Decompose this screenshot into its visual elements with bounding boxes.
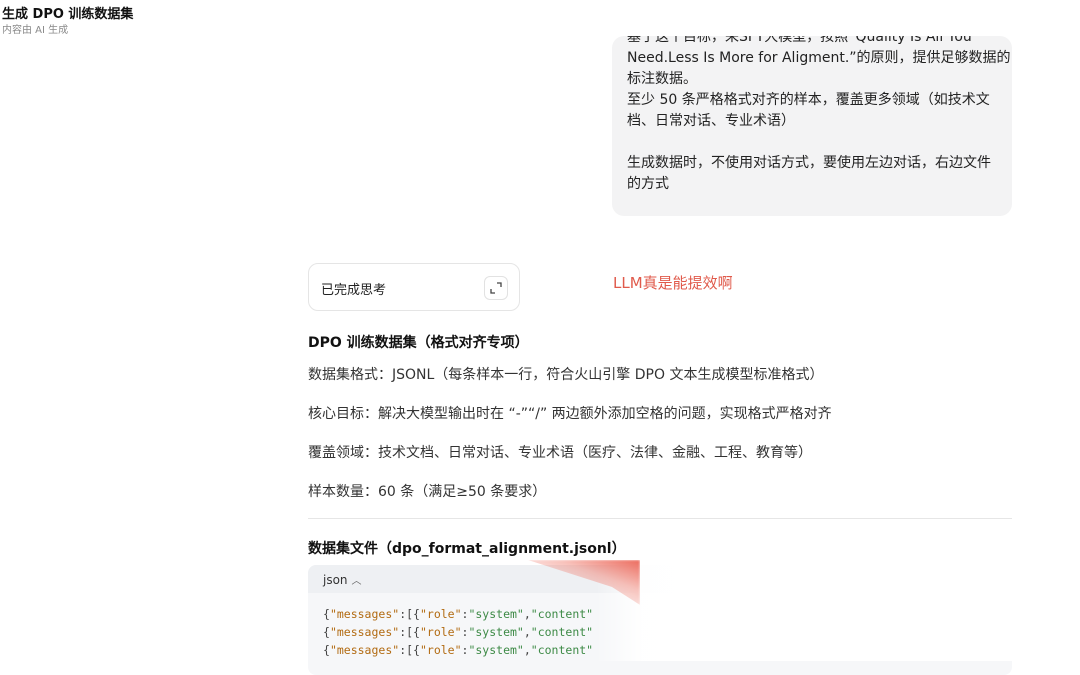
code-token: { (323, 607, 330, 621)
code-token: "messages" (329, 643, 400, 657)
code-token: "system" (468, 643, 524, 657)
code-token: "content" (530, 607, 594, 621)
content-fade-overlay (596, 555, 1080, 661)
code-line: {"messages":[{"role":"system","content" (323, 641, 593, 659)
code-lines: {"messages":[{"role":"system","content"{… (323, 605, 593, 659)
code-token: "system" (468, 607, 524, 621)
user-message-line: 档、日常对话、专业术语） (627, 113, 795, 129)
code-token: "messages" (329, 625, 400, 639)
code-token: "role" (419, 643, 462, 657)
code-token: , (523, 643, 531, 657)
user-message-line: 至少 50 条严格格式对齐的样本，覆盖更多领域（如技术文 (627, 92, 990, 108)
code-token: :[{ (399, 643, 420, 657)
code-token: "messages" (329, 607, 400, 621)
answer-domains-line: 覆盖领域：技术文档、日常对话、专业术语（医疗、法律、金融、工程、教育等） (308, 445, 812, 461)
user-message-line: 基于这个目标，采SFT大模型，按照“Quality Is All You (627, 36, 972, 45)
user-message-blank-line (627, 132, 999, 153)
user-message-line: Need.Less Is More for Aligment.”的原则，提供足够… (627, 50, 1011, 66)
code-line: {"messages":[{"role":"system","content" (323, 623, 593, 641)
user-message-bubble: 基于这个目标，采SFT大模型，按照“Quality Is All You Nee… (612, 36, 1012, 216)
code-token: :[{ (399, 625, 420, 639)
answer-goal-line: 核心目标：解决大模型输出时在 “-”“/” 两边额外添加空格的问题，实现格式严格… (308, 406, 832, 422)
thinking-status-label: 已完成思考 (321, 283, 387, 298)
red-annotation-text: LLM真是能提效啊 (613, 274, 733, 292)
answer-count-line: 样本数量：60 条（满足≥50 条要求） (308, 484, 547, 500)
user-message-line: 的方式 (627, 176, 669, 192)
code-line: {"messages":[{"role":"system","content" (323, 605, 593, 623)
user-message-line: 生成数据时，不使用对话方式，要使用左边对话，右边文件 (627, 155, 991, 171)
code-token: { (323, 643, 330, 657)
expand-icon[interactable] (484, 276, 508, 300)
code-token: , (523, 607, 531, 621)
page-subtitle: 内容由 AI 生成 (2, 25, 69, 36)
page-title: 生成 DPO 训练数据集 (2, 7, 134, 22)
file-heading: 数据集文件（dpo_format_alignment.jsonl） (308, 541, 626, 557)
code-language-toggle[interactable]: json ︿ (323, 572, 362, 587)
code-token: "role" (419, 625, 462, 639)
user-message-text: 基于这个目标，采SFT大模型，按照“Quality Is All You Nee… (627, 36, 1011, 195)
code-token: :[{ (399, 607, 420, 621)
code-token: "role" (419, 607, 462, 621)
code-token: { (323, 625, 330, 639)
answer-title: DPO 训练数据集（格式对齐专项） (308, 335, 529, 351)
code-token: "system" (468, 625, 524, 639)
code-token: "content" (530, 643, 594, 657)
divider (308, 518, 1012, 519)
code-token: "content" (530, 625, 594, 639)
code-token: , (523, 625, 531, 639)
chevron-up-icon: ︿ (351, 576, 362, 587)
answer-format-line: 数据集格式：JSONL（每条样本一行，符合火山引擎 DPO 文本生成模型标准格式… (308, 367, 824, 383)
user-message-line: 标注数据。 (627, 71, 697, 87)
page-header: 生成 DPO 训练数据集 内容由 AI 生成 (2, 6, 133, 38)
code-language-label: json (323, 573, 348, 587)
thinking-status-card[interactable]: 已完成思考 (308, 263, 520, 311)
